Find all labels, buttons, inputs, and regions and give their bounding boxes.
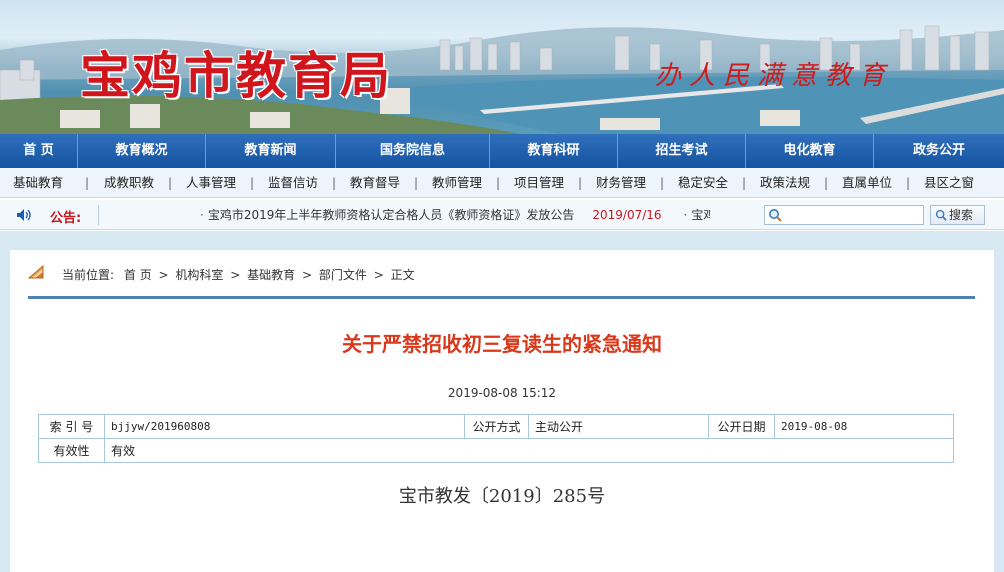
sub-nav-separator: | [249, 176, 255, 190]
speaker-icon [17, 209, 31, 221]
meta-validity-value: 有效 [104, 438, 954, 463]
search-button-label: 搜索 [949, 208, 974, 222]
breadcrumb-item-home[interactable]: 首 页 [124, 268, 152, 282]
article-title: 关于严禁招收初三复读生的紧急通知 [342, 332, 662, 356]
sub-nav-item-county-window[interactable]: 县区之窗 [918, 168, 980, 198]
breadcrumb-separator: > [302, 268, 313, 282]
notice-date: 2019/07/16 [592, 208, 662, 222]
sub-nav-separator: | [84, 176, 90, 190]
search-box [764, 205, 924, 225]
main-nav-item-public-affairs[interactable]: 政务公开 [874, 134, 1004, 168]
document-number: 宝市教发〔2019〕285号 [398, 486, 606, 507]
breadcrumb-separator: > [158, 268, 169, 282]
site-slogan: 办人民满意教育 [655, 61, 894, 91]
main-nav-item-news[interactable]: 教育新闻 [206, 134, 336, 168]
meta-open-mode-label: 公开方式 [464, 414, 529, 439]
sub-nav-separator: | [495, 176, 501, 190]
sub-nav-item-policy[interactable]: 政策法规 [754, 168, 816, 198]
sub-nav-item-teacher-management[interactable]: 教师管理 [426, 168, 488, 198]
sub-nav-item-supervision[interactable]: 监督信访 [262, 168, 324, 198]
main-nav-item-state-council[interactable]: 国务院信息 [336, 134, 490, 168]
sub-nav-separator: | [823, 176, 829, 190]
meta-index-label: 索 引 号 [38, 414, 105, 439]
document-meta-table: 索 引 号 bjjyw/201960808 公开方式 主动公开 公开日期 201… [38, 414, 954, 463]
sub-nav-separator: | [659, 176, 665, 190]
breadcrumb-item-current: 正文 [390, 268, 415, 282]
main-nav-item-home[interactable]: 首 页 [0, 134, 78, 168]
main-nav-item-e-education[interactable]: 电化教育 [746, 134, 874, 168]
main-nav-item-overview[interactable]: 教育概况 [78, 134, 206, 168]
search-input[interactable] [785, 207, 921, 223]
meta-open-date-label: 公开日期 [708, 414, 775, 439]
sub-nav: 基础教育 | 成教职教 | 人事管理 | 监督信访 | 教育督导 | 教师管理 … [0, 168, 1004, 198]
sub-nav-item-basic-education[interactable]: 基础教育 [0, 168, 76, 198]
site-banner: 宝鸡市教育局 办人民满意教育 [0, 0, 1004, 134]
notice-bullet: · [200, 208, 204, 222]
sub-nav-item-project-management[interactable]: 项目管理 [508, 168, 570, 198]
sub-nav-item-finance[interactable]: 财务管理 [590, 168, 652, 198]
breadcrumb: 当前位置: 首 页 > 机构科室 > 基础教育 > 部门文件 > 正文 [62, 266, 415, 283]
sub-nav-separator: | [577, 176, 583, 190]
meta-open-mode-value: 主动公开 [528, 414, 709, 439]
sub-nav-separator: | [413, 176, 419, 190]
sub-nav-item-inspection[interactable]: 教育督导 [344, 168, 406, 198]
breadcrumb-prefix: 当前位置: [62, 268, 115, 282]
notice-label: 公告: [50, 211, 82, 226]
sub-nav-separator: | [741, 176, 747, 190]
table-row: 有效性 有效 [38, 438, 954, 463]
breadcrumb-divider [28, 296, 975, 299]
notice-link-next[interactable]: 宝鸡市 [691, 208, 710, 222]
notice-bullet: · [683, 208, 688, 222]
notice-marquee: · 宝鸡市2019年上半年教师资格认定合格人员《教师资格证》发放公告 2019/07… [100, 200, 710, 230]
notice-divider [98, 205, 99, 225]
meta-validity-label: 有效性 [38, 438, 105, 463]
breadcrumb-separator: > [373, 268, 384, 282]
article-date: 2019-08-08 15:12 [447, 386, 557, 400]
search-icon [769, 209, 782, 222]
sub-nav-item-adult-vocational[interactable]: 成教职教 [98, 168, 160, 198]
meta-open-date-value: 2019-08-08 [774, 414, 954, 439]
breadcrumb-item-basic-education[interactable]: 基础教育 [247, 268, 295, 282]
meta-index-value: bjjyw/201960808 [104, 414, 465, 439]
location-icon [28, 264, 44, 279]
main-nav-item-research[interactable]: 教育科研 [490, 134, 618, 168]
breadcrumb-item-departments[interactable]: 机构科室 [175, 268, 223, 282]
site-title: 宝鸡市教育局 [80, 47, 392, 105]
sub-nav-item-personnel[interactable]: 人事管理 [180, 168, 242, 198]
breadcrumb-separator: > [230, 268, 241, 282]
main-nav: 首 页 教育概况 教育新闻 国务院信息 教育科研 招生考试 电化教育 政务公开 [0, 134, 1004, 168]
sub-nav-separator: | [905, 176, 911, 190]
notice-link[interactable]: 宝鸡市2019年上半年教师资格认定合格人员《教师资格证》发放公告 [208, 208, 575, 222]
sub-nav-separator: | [167, 176, 173, 190]
sub-nav-item-affiliated-units[interactable]: 直属单位 [836, 168, 898, 198]
table-row: 索 引 号 bjjyw/201960808 公开方式 主动公开 公开日期 201… [38, 414, 954, 439]
search-button[interactable]: 搜索 [930, 205, 985, 225]
notice-bar: 公告: · 宝鸡市2019年上半年教师资格认定合格人员《教师资格证》发放公告 201… [0, 200, 1004, 230]
sub-nav-item-safety[interactable]: 稳定安全 [672, 168, 734, 198]
breadcrumb-item-documents[interactable]: 部门文件 [319, 268, 367, 282]
sub-nav-separator: | [331, 176, 337, 190]
search-icon [935, 209, 947, 221]
main-nav-item-admissions[interactable]: 招生考试 [618, 134, 746, 168]
